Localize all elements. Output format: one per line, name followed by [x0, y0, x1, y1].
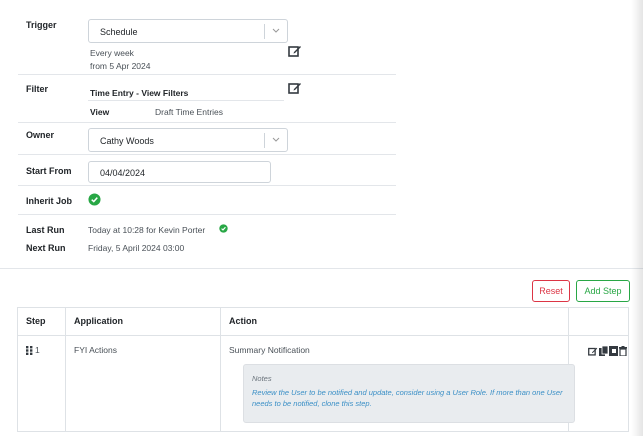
notes-title: Notes — [252, 374, 272, 383]
section-divider — [0, 268, 643, 269]
owner-row: Owner Cathy Woods — [18, 123, 396, 155]
trigger-value: Schedule — [100, 27, 138, 37]
table-header-tools — [569, 308, 577, 335]
filter-view-value: Draft Time Entries — [155, 107, 224, 117]
step-application: FYI Actions — [74, 345, 117, 355]
trigger-summary-start: from 5 Apr 2024 — [90, 61, 151, 71]
select-separator — [264, 24, 265, 39]
trigger-select[interactable]: Schedule — [88, 19, 288, 43]
next-run-label: Next Run — [26, 243, 66, 253]
inherit-job-label: Inherit Job — [26, 196, 73, 206]
chevron-down-icon — [272, 28, 280, 33]
filter-row: Filter Time Entry - View Filters View Dr… — [18, 75, 396, 123]
filter-value[interactable]: Time Entry - View Filters — [90, 88, 188, 98]
chevron-down-icon — [272, 137, 280, 142]
check-circle-icon — [219, 224, 228, 233]
filter-label: Filter — [26, 84, 49, 94]
row-actions — [588, 346, 628, 358]
trigger-row: Trigger Schedule Every week from 5 Apr 2… — [18, 13, 396, 75]
header-divider — [18, 335, 628, 336]
next-run-value: Friday, 5 April 2024 03:00 — [88, 243, 185, 253]
add-step-button[interactable]: Add Step — [576, 280, 630, 302]
inherit-job-row: Inherit Job — [18, 186, 396, 215]
step-number: 1 — [35, 345, 40, 355]
step-action: Summary Notification — [229, 345, 310, 355]
start-from-value: 04/04/2024 — [100, 168, 146, 178]
trigger-summary-frequency: Every week — [90, 48, 134, 58]
notes-body: Review the User to be notified and updat… — [252, 388, 563, 408]
owner-select[interactable]: Cathy Woods — [88, 128, 288, 152]
edit-icon[interactable] — [288, 81, 302, 94]
drag-handle-icon[interactable] — [26, 346, 33, 355]
owner-value: Cathy Woods — [100, 136, 154, 146]
column-divider — [65, 308, 66, 431]
start-from-date-input[interactable]: 04/04/2024 — [88, 161, 271, 183]
last-run-label: Last Run — [26, 225, 65, 235]
steps-table: Step Application Action 1 FYI Actions Su… — [17, 307, 629, 432]
table-header-application: Application — [74, 316, 123, 326]
column-divider — [220, 308, 221, 431]
filter-underline — [88, 100, 284, 101]
clone-icon[interactable] — [609, 346, 618, 356]
edit-icon[interactable] — [588, 346, 598, 356]
edit-icon[interactable] — [288, 44, 302, 57]
check-circle-icon[interactable] — [88, 193, 101, 206]
delete-icon[interactable] — [619, 346, 627, 356]
table-header-action: Action — [229, 316, 257, 326]
copy-icon[interactable] — [599, 346, 608, 356]
start-from-label: Start From — [26, 166, 72, 176]
step-notes: Notes Review the User to be notified and… — [243, 364, 575, 423]
owner-label: Owner — [26, 130, 55, 140]
select-separator — [264, 133, 265, 148]
last-run-value: Today at 10:28 for Kevin Porter — [88, 225, 206, 235]
table-header-step: Step — [26, 316, 46, 326]
filter-view-label: View — [90, 107, 110, 117]
reset-button[interactable]: Reset — [532, 280, 570, 302]
trigger-label: Trigger — [26, 20, 57, 30]
scroll-shadow — [631, 0, 643, 436]
start-from-row: Start From 04/04/2024 — [18, 155, 396, 186]
